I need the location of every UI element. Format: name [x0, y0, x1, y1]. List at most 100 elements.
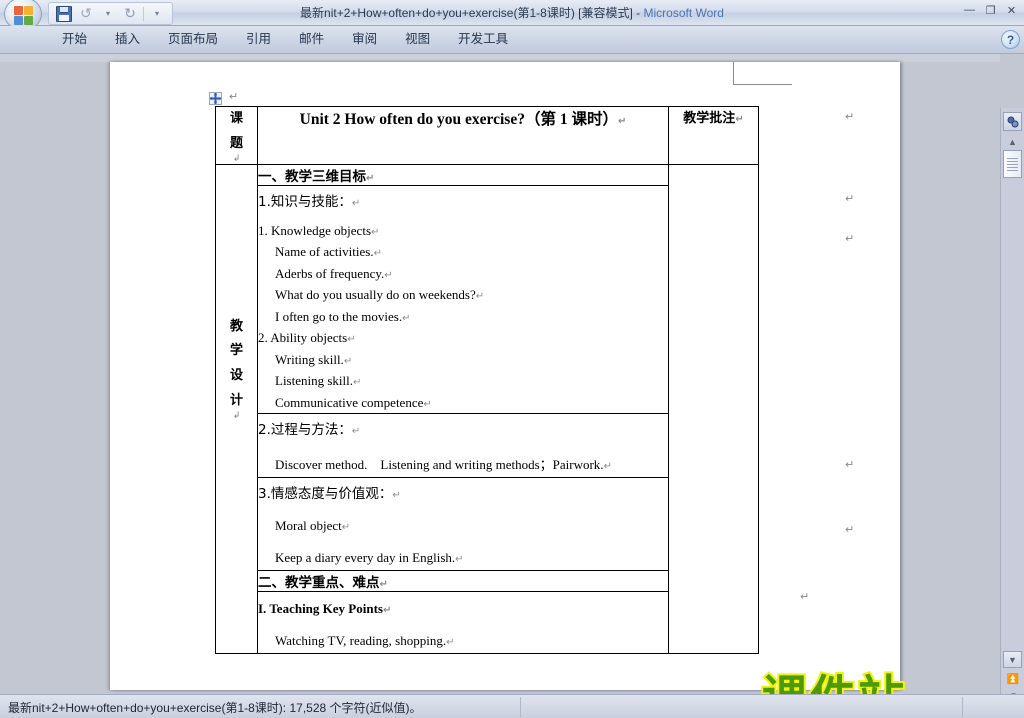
- window-controls: — ❐ ✕: [961, 2, 1020, 18]
- list-item: What do you usually do on weekends?↵: [258, 284, 668, 306]
- list-item-text: Listening skill.: [275, 373, 353, 389]
- cell-end-mark: ↲: [232, 154, 241, 165]
- list-item-text: Name of activities.: [275, 244, 374, 260]
- paragraph: Moral object↵: [258, 518, 668, 534]
- title-bar: ↺ ▾ ↻ ▾ 最新nit+2+How+often+do+you+exercis…: [0, 0, 1024, 31]
- sub-heading-text: 1.知识与技能：: [258, 193, 352, 210]
- list-item-text: Writing skill.: [275, 351, 344, 367]
- list-item: Aderbs of frequency.↵: [258, 263, 668, 285]
- section-heading-text: 二、教学重点、难点: [258, 575, 380, 592]
- sub-heading-knowledge: 1.知识与技能：↵: [258, 190, 668, 210]
- teaching-notes-header-cell: 教学批注↵: [668, 106, 759, 165]
- tab-label: 视图: [405, 32, 431, 46]
- paragraph-mark: ↵: [845, 192, 855, 205]
- row-label-teaching-design: 教 学 设 计 ↲: [215, 163, 258, 655]
- help-button[interactable]: ?: [1001, 30, 1020, 49]
- teaching-notes-body-cell[interactable]: [668, 163, 759, 655]
- list-item-text: 2. Ability objects: [258, 330, 348, 346]
- teaching-notes-label: 教学批注: [683, 111, 736, 126]
- tab-label: 插入: [115, 32, 141, 46]
- minimize-icon: —: [964, 4, 975, 16]
- previous-page-button[interactable]: ⏫: [1004, 670, 1022, 688]
- paragraph-mark: ↵: [366, 172, 375, 184]
- status-message: 最新nit+2+How+often+do+you+exercise(第1-8课时…: [8, 701, 422, 715]
- paragraph-mark: ↵: [800, 590, 810, 603]
- sub-heading-attitude: 3.情感态度与价值观：↵: [258, 482, 668, 502]
- lesson-title-cell: Unit 2 How often do you exercise?（第 1 课时…: [257, 106, 669, 165]
- tab-view[interactable]: 视图: [391, 26, 444, 53]
- tab-label: 开始: [62, 32, 88, 46]
- row-label-char: 题: [229, 135, 243, 151]
- paragraph-mark: ↵: [384, 269, 393, 281]
- paragraph-mark: ↵: [229, 91, 239, 103]
- triangle-down-icon: ▼: [1008, 654, 1017, 665]
- paragraph-mark: ↵: [845, 458, 855, 471]
- tab-label: 页面布局: [168, 32, 219, 46]
- tab-label: 审阅: [352, 32, 378, 46]
- paragraph-mark: ↵: [373, 248, 382, 260]
- restore-icon: ❐: [985, 4, 996, 17]
- paragraph-mark: ↵: [845, 523, 855, 536]
- list-item: Listening skill.↵: [258, 370, 668, 392]
- list-item: I often go to the movies.↵: [258, 306, 668, 328]
- tab-mailings[interactable]: 邮件: [285, 26, 338, 53]
- paragraph-mark: ↵: [351, 197, 361, 209]
- key-points-heading-text: I. Teaching Key Points: [258, 601, 383, 617]
- attitude-values-cell: 3.情感态度与价值观：↵ Moral object↵ Keep a diary …: [257, 477, 669, 572]
- vertical-scrollbar[interactable]: ▲ ▼ ⏫ ⏬: [1000, 108, 1024, 718]
- paragraph-mark: ↵: [379, 579, 388, 591]
- tab-insert[interactable]: 插入: [101, 26, 154, 53]
- list-item: 2. Ability objects↵: [258, 327, 668, 349]
- window-title-document: 最新nit+2+How+often+do+you+exercise(第1-8课时…: [300, 6, 633, 20]
- cell-end-mark: ↲: [232, 411, 241, 422]
- tab-home[interactable]: 开始: [48, 26, 101, 53]
- scroll-up-button[interactable]: ▲: [1005, 136, 1020, 148]
- tab-developer[interactable]: 开发工具: [444, 26, 522, 53]
- document-page[interactable]: ↵ 课 题 ↲ Unit 2 How often do you exercise…: [110, 62, 900, 690]
- paragraph-mark: ↵: [446, 637, 455, 649]
- paragraph: Watching TV, reading, shopping.↵: [258, 633, 668, 649]
- paragraph: Discover method. Listening and writing m…: [258, 454, 668, 473]
- paragraph-mark: ↵: [845, 110, 855, 123]
- status-divider: [520, 697, 521, 717]
- process-methods-cell: 2.过程与方法：↵ Discover method. Listening and…: [257, 413, 669, 479]
- paragraph-mark: ↵: [343, 355, 353, 367]
- tab-label: 开发工具: [458, 32, 509, 46]
- paragraph-mark: ↵: [617, 116, 627, 127]
- window-title: 最新nit+2+How+often+do+you+exercise(第1-8课时…: [0, 4, 1024, 21]
- paragraph-text: Moral object: [275, 518, 342, 534]
- row-label-char: 计: [229, 392, 243, 408]
- paragraph-mark: ↵: [382, 605, 392, 617]
- page-margin-corner-marker: [733, 62, 792, 85]
- paragraph-mark: ↵: [455, 554, 464, 566]
- table-move-handle-icon[interactable]: [209, 92, 222, 105]
- close-button[interactable]: ✕: [1003, 2, 1020, 18]
- paragraph-mark: ↵: [392, 490, 401, 502]
- split-window-button[interactable]: [1003, 112, 1022, 131]
- paragraph-mark: ↵: [735, 114, 744, 125]
- status-divider: [962, 697, 963, 717]
- list-item-text: What do you usually do on weekends?: [275, 287, 476, 303]
- row-label-char: 学: [229, 343, 243, 359]
- table-row-title: 课 题 ↲ Unit 2 How often do you exercise?（…: [215, 106, 759, 165]
- tab-references[interactable]: 引用: [232, 26, 285, 53]
- minimize-button[interactable]: —: [961, 2, 978, 18]
- list-item-text: 1. Knowledge objects: [258, 222, 372, 238]
- ribbon-tab-bar: 开始 插入 页面布局 引用 邮件 审阅 视图 开发工具 ?: [0, 26, 1024, 54]
- window-title-app: Microsoft Word: [643, 6, 724, 20]
- tab-review[interactable]: 审阅: [338, 26, 391, 53]
- ribbon-tabs: 开始 插入 页面布局 引用 邮件 审阅 视图 开发工具: [48, 26, 522, 53]
- restore-button[interactable]: ❐: [982, 2, 999, 18]
- list-item: Name of activities.↵: [258, 241, 668, 263]
- tab-label: 邮件: [299, 32, 325, 46]
- scroll-down-button[interactable]: ▼: [1003, 651, 1022, 668]
- scrollbar-thumb[interactable]: [1003, 150, 1022, 178]
- table-row-section-heading-1: 教 学 设 计 ↲ 一、教学三维目标↵: [215, 163, 759, 655]
- teaching-key-points-cell: I. Teaching Key Points↵ Watching TV, rea…: [257, 591, 669, 655]
- row-label-char: 课: [229, 111, 243, 126]
- tab-page-layout[interactable]: 页面布局: [154, 26, 232, 53]
- paragraph-text: Keep a diary every day in English.: [275, 550, 456, 566]
- triangle-up-icon: ▲: [1008, 137, 1017, 147]
- lesson-plan-table: 课 题 ↲ Unit 2 How often do you exercise?（…: [215, 106, 759, 655]
- paragraph-mark: ↵: [347, 334, 356, 346]
